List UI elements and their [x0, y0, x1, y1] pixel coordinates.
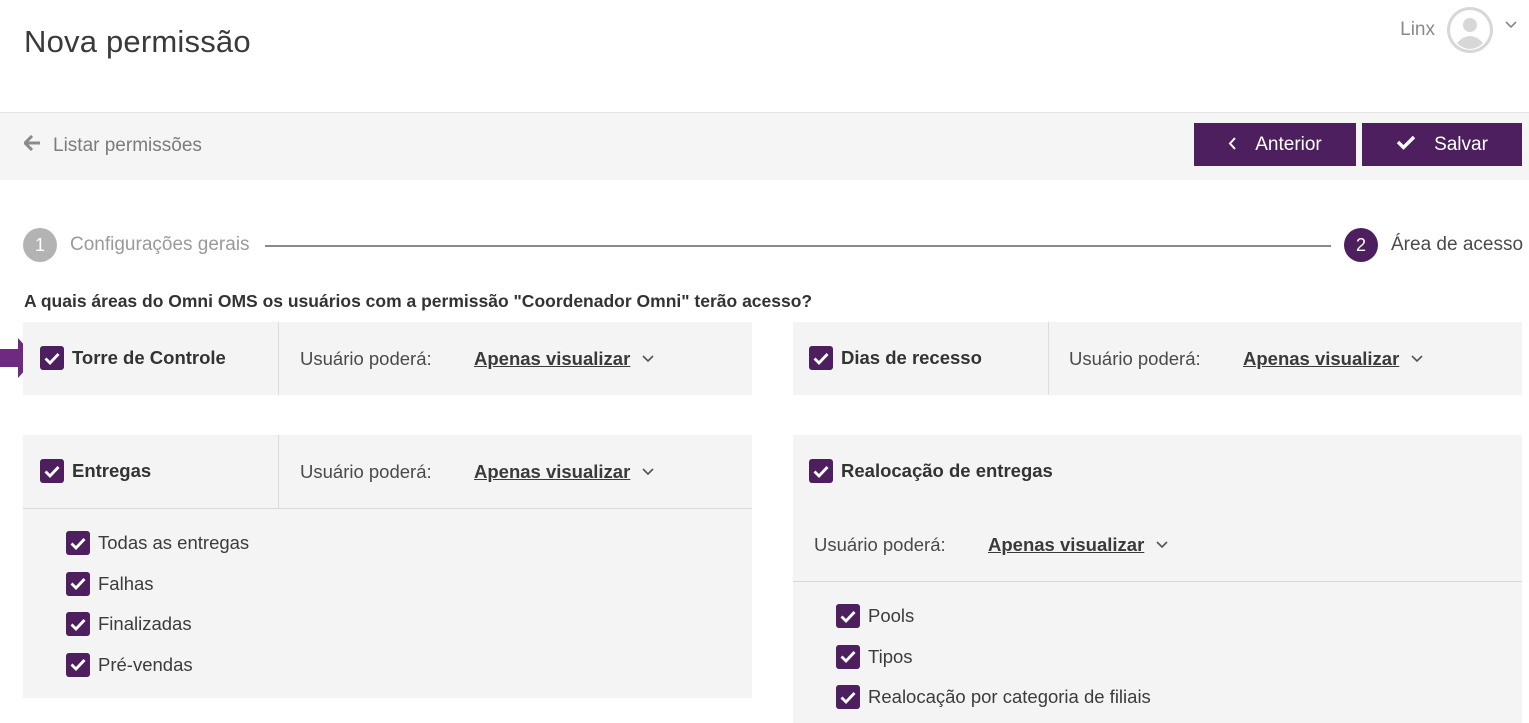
- sub-checkbox-pre-vendas[interactable]: Pré-vendas: [66, 645, 249, 686]
- action-toolbar: Listar permissões Anterior Salvar: [0, 113, 1529, 180]
- checkbox-checked-icon[interactable]: [40, 346, 64, 370]
- area-name: Torre de Controle: [72, 347, 226, 368]
- sub-item-label: Realocação por categoria de filiais: [868, 686, 1151, 708]
- arrow-left-icon: [22, 134, 41, 157]
- permission-dropdown[interactable]: Apenas visualizar: [474, 348, 630, 370]
- area-name: Realocação de entregas: [841, 460, 1053, 481]
- sub-item-label: Todas as entregas: [98, 532, 250, 554]
- sub-checkbox-falhas[interactable]: Falhas: [66, 564, 249, 605]
- area-checkbox-entregas[interactable]: Entregas: [40, 459, 151, 483]
- permission-label: Usuário poderá:: [300, 348, 432, 369]
- area-card-realocacao-de-entregas: Realocação de entregas Usuário poderá: A…: [793, 435, 1522, 723]
- checkbox-checked-icon[interactable]: [836, 644, 860, 669]
- area-checkbox-realocacao-de-entregas[interactable]: Realocação de entregas: [809, 459, 1053, 483]
- previous-button[interactable]: Anterior: [1194, 123, 1356, 166]
- checkbox-checked-icon[interactable]: [40, 459, 64, 483]
- chevron-down-icon[interactable]: [1505, 18, 1517, 32]
- sub-checkbox-finalizadas[interactable]: Finalizadas: [66, 604, 249, 645]
- sub-checkbox-tipos[interactable]: Tipos: [836, 637, 1151, 678]
- sub-checkbox-todas-as-entregas[interactable]: Todas as entregas: [66, 523, 249, 564]
- checkbox-checked-icon[interactable]: [66, 652, 90, 677]
- area-card-dias-de-recesso: Dias de recesso Usuário poderá: Apenas v…: [793, 322, 1522, 395]
- checkbox-checked-icon[interactable]: [836, 604, 860, 629]
- sub-checkbox-realocacao-por-categoria[interactable]: Realocação por categoria de filiais: [836, 677, 1151, 718]
- chevron-down-icon[interactable]: [642, 352, 654, 366]
- column-divider: [278, 322, 279, 395]
- permission-selector: Usuário poderá: Apenas visualizar: [814, 534, 1168, 556]
- area-name: Entregas: [72, 460, 152, 481]
- area-card-entregas: Entregas Usuário poderá: Apenas visualiz…: [23, 435, 752, 698]
- checkbox-checked-icon[interactable]: [66, 531, 90, 556]
- sub-item-label: Pré-vendas: [98, 653, 193, 675]
- chevron-down-icon[interactable]: [642, 465, 654, 479]
- sub-permission-list: Todas as entregas Falhas Finalizadas Pré…: [66, 523, 249, 685]
- step-2-number: 2: [1344, 228, 1378, 262]
- chevron-left-icon: [1228, 134, 1237, 156]
- area-card-header: Dias de recesso Usuário poderá: Apenas v…: [793, 322, 1522, 395]
- area-checkbox-torre-de-controle[interactable]: Torre de Controle: [40, 346, 226, 370]
- access-question: A quais áreas do Omni OMS os usuários co…: [24, 291, 813, 311]
- sub-item-label: Tipos: [868, 645, 913, 667]
- permission-label: Usuário poderá:: [1069, 348, 1201, 369]
- check-icon: [1396, 134, 1416, 156]
- permission-label: Usuário poderá:: [300, 461, 432, 482]
- chevron-down-icon[interactable]: [1156, 538, 1168, 552]
- permission-dropdown[interactable]: Apenas visualizar: [988, 534, 1144, 556]
- sub-item-label: Pools: [868, 605, 915, 627]
- checkbox-checked-icon[interactable]: [809, 459, 833, 483]
- permission-selector: Usuário poderá: Apenas visualizar: [1069, 348, 1423, 370]
- sub-item-label: Falhas: [98, 572, 154, 594]
- column-divider: [1048, 322, 1049, 395]
- area-name: Dias de recesso: [841, 347, 982, 368]
- permission-label: Usuário poderá:: [814, 534, 946, 555]
- sub-item-label: Finalizadas: [98, 613, 192, 635]
- area-checkbox-dias-de-recesso[interactable]: Dias de recesso: [809, 346, 982, 370]
- checkbox-checked-icon[interactable]: [66, 571, 90, 596]
- checkbox-checked-icon[interactable]: [66, 612, 90, 637]
- stepper-connector: [265, 245, 1331, 247]
- sub-permission-list: Pools Tipos Realocação por categoria de …: [836, 596, 1151, 718]
- user-avatar-icon: [1450, 10, 1490, 50]
- area-card-header: Torre de Controle Usuário poderá: Apenas…: [23, 322, 752, 395]
- chevron-down-icon[interactable]: [1411, 352, 1423, 366]
- save-button[interactable]: Salvar: [1362, 123, 1522, 166]
- section-divider: [793, 581, 1522, 582]
- avatar[interactable]: [1447, 7, 1493, 53]
- back-link-label: Listar permissões: [53, 135, 202, 156]
- back-to-list-link[interactable]: Listar permissões: [22, 134, 202, 157]
- wizard-stepper: 1 Configurações gerais 2 Área de acesso: [23, 228, 1524, 262]
- page-title: Nova permissão: [24, 24, 251, 59]
- permission-selector: Usuário poderá: Apenas visualizar: [300, 348, 654, 370]
- area-card-header: Realocação de entregas: [793, 435, 1522, 508]
- step-1-number[interactable]: 1: [23, 228, 57, 262]
- section-divider: [23, 508, 752, 509]
- checkbox-checked-icon[interactable]: [809, 346, 833, 370]
- permission-dropdown[interactable]: Apenas visualizar: [474, 461, 630, 483]
- step-1-label[interactable]: Configurações gerais: [70, 234, 250, 256]
- step-2-label: Área de acesso: [1391, 234, 1524, 255]
- area-card-torre-de-controle: Torre de Controle Usuário poderá: Apenas…: [23, 322, 752, 395]
- save-button-label: Salvar: [1434, 133, 1488, 155]
- column-divider: [278, 435, 279, 508]
- sub-checkbox-pools[interactable]: Pools: [836, 596, 1151, 637]
- user-name[interactable]: Linx: [1400, 19, 1435, 41]
- checkbox-checked-icon[interactable]: [836, 685, 860, 710]
- permission-dropdown[interactable]: Apenas visualizar: [1243, 348, 1399, 370]
- area-card-header: Entregas Usuário poderá: Apenas visualiz…: [23, 435, 752, 508]
- previous-button-label: Anterior: [1255, 133, 1322, 155]
- permission-selector: Usuário poderá: Apenas visualizar: [300, 461, 654, 483]
- user-menu[interactable]: Linx: [1400, 6, 1517, 54]
